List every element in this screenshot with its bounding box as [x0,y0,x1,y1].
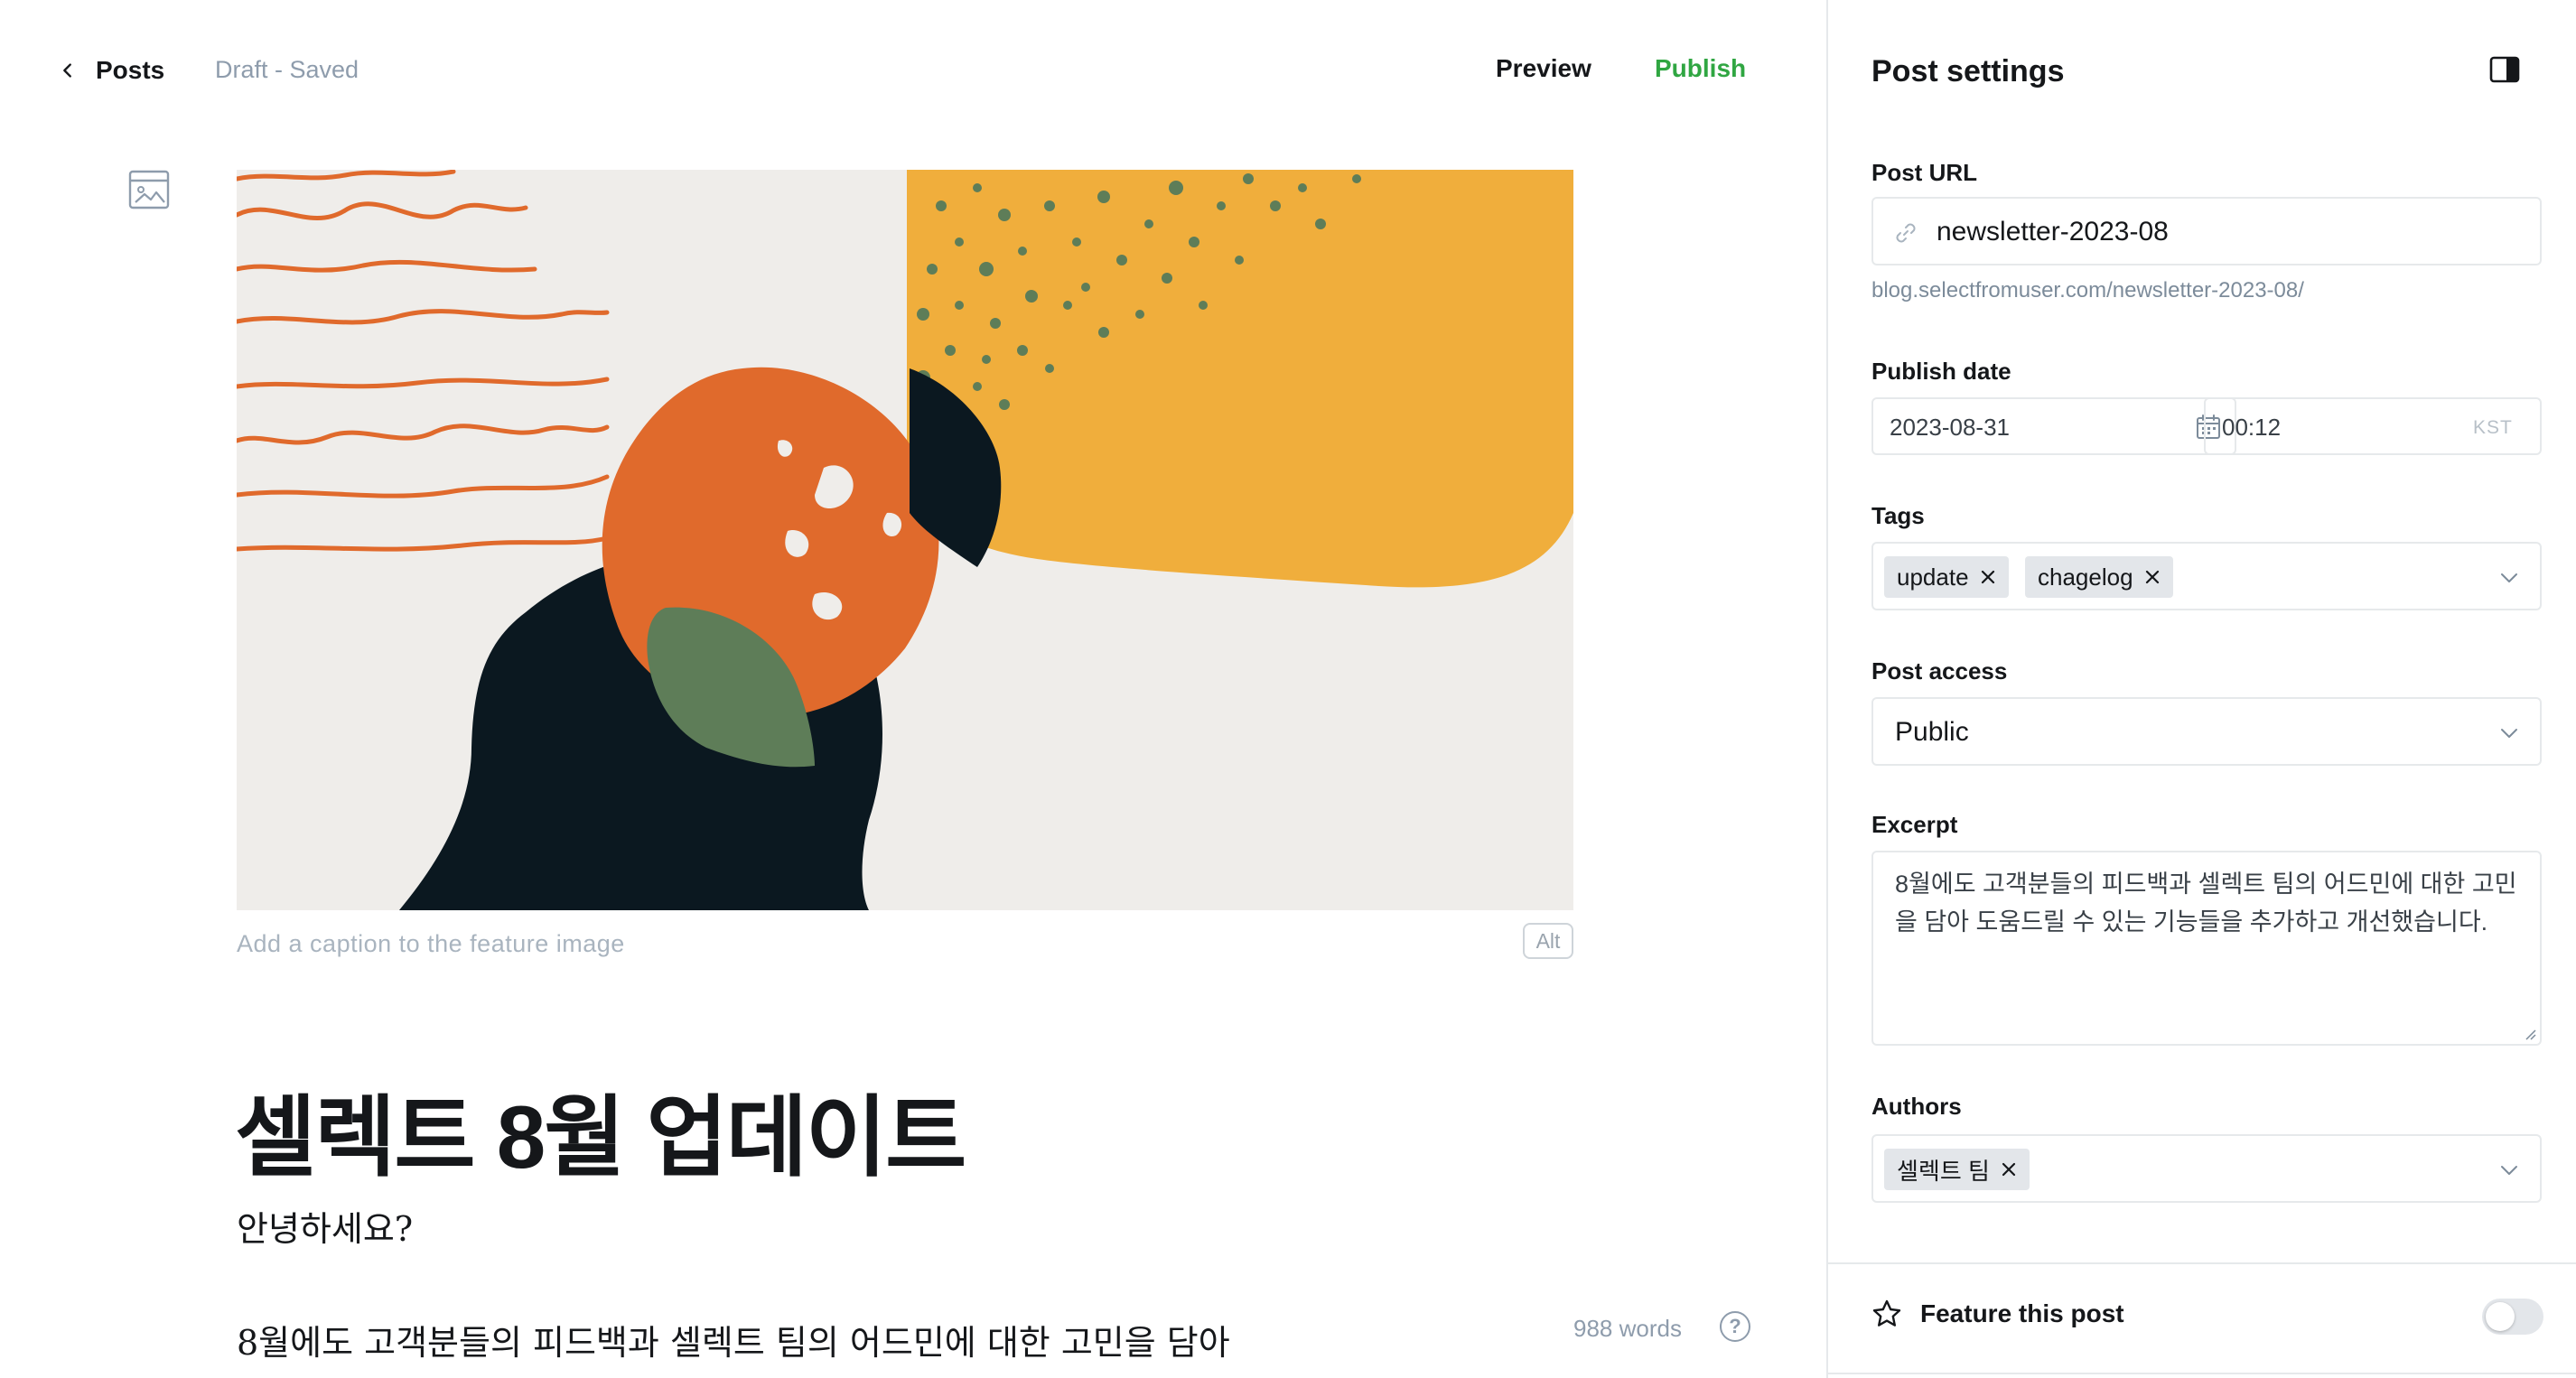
panel-divider [1828,1373,2576,1374]
feature-image[interactable] [237,170,1573,910]
toggle-knob [2486,1302,2515,1331]
resize-handle-icon[interactable] [2524,1028,2536,1040]
tag-chip-label: update [1897,563,1969,591]
editor-topbar: Posts Draft - Saved Preview Publish [0,0,1826,141]
post-title[interactable]: 셀렉트 8월 업데이트 [235,1066,966,1194]
alt-text-button[interactable]: Alt [1523,923,1573,959]
publish-time-field[interactable]: 00:12 KST [2204,397,2542,455]
author-chip-label: 셀렉트 팀 [1897,1157,1990,1185]
preview-button[interactable]: Preview [1496,54,1591,83]
authors-label: Authors [1871,1093,1962,1120]
tag-chip: chagelog [2025,556,2173,598]
chevron-down-icon[interactable] [2498,567,2520,589]
star-icon [1872,1299,1901,1327]
body-paragraph[interactable]: 8월에도 고객분들의 피드백과 셀렉트 팀의 어드민에 대한 고민을 담아 [237,1315,1230,1364]
word-count: 988 words [1573,1315,1682,1342]
post-access-select[interactable]: Public [1871,697,2542,766]
feature-image-artwork [237,170,1573,910]
chevron-down-icon[interactable] [2498,1159,2520,1181]
tag-chip-label: chagelog [2038,563,2133,591]
help-icon[interactable]: ? [1720,1311,1750,1342]
excerpt-textarea[interactable]: 8월에도 고객분들의 피드백과 셀렉트 팀의 어드민에 대한 고민을 담아 도움… [1871,851,2542,1046]
back-label: Posts [96,56,165,84]
publish-button[interactable]: Publish [1655,54,1746,83]
tags-select[interactable]: update chagelog [1871,542,2542,610]
publish-date-field[interactable]: 2023-08-31 [1871,397,2236,455]
save-status: Draft - Saved [215,56,359,83]
chevron-left-icon [63,63,71,78]
publish-time-value: 00:12 [2222,414,2282,441]
tag-chip: update [1884,556,2009,598]
close-icon[interactable] [2144,569,2161,585]
post-access-label: Post access [1871,657,2008,684]
feature-post-row: Feature this post [1871,1299,2124,1329]
post-url-field[interactable]: newsletter-2023-08 [1871,197,2542,265]
feature-post-toggle[interactable] [2482,1299,2543,1335]
editor-pane: Posts Draft - Saved Preview Publish Add … [0,0,1826,1378]
authors-select[interactable]: 셀렉트 팀 [1871,1134,2542,1203]
sidebar-toggle-icon[interactable] [2489,56,2520,83]
chevron-down-icon [2501,729,2517,738]
author-chip: 셀렉트 팀 [1884,1149,2030,1190]
close-icon[interactable] [2001,1161,2017,1178]
tags-label: Tags [1871,502,1925,529]
body-paragraph[interactable]: 안녕하세요? [237,1201,413,1251]
post-url-input[interactable]: newsletter-2023-08 [1937,217,2169,247]
publish-date-label: Publish date [1871,358,2011,385]
back-to-posts-button[interactable]: Posts [58,52,164,88]
panel-divider [1828,1262,2576,1264]
panel-title: Post settings [1871,54,2065,88]
image-icon[interactable] [128,170,170,209]
timezone-label: KST [2473,417,2513,438]
post-url-label: Post URL [1871,159,1977,186]
post-access-value: Public [1895,717,1969,747]
excerpt-text: 8월에도 고객분들의 피드백과 셀렉트 팀의 어드민에 대한 고민을 담아 도움… [1895,871,2517,936]
feature-image-caption-input[interactable]: Add a caption to the feature image [237,930,625,958]
post-settings-panel: Post settings Post URL newsletter-2023-0… [1826,0,2576,1378]
feature-post-label: Feature this post [1920,1299,2124,1327]
close-icon[interactable] [1980,569,1996,585]
link-icon [1896,223,1916,243]
post-url-preview: blog.selectfromuser.com/newsletter-2023-… [1871,278,2304,303]
publish-date-value: 2023-08-31 [1890,414,2010,441]
excerpt-label: Excerpt [1871,811,1958,838]
